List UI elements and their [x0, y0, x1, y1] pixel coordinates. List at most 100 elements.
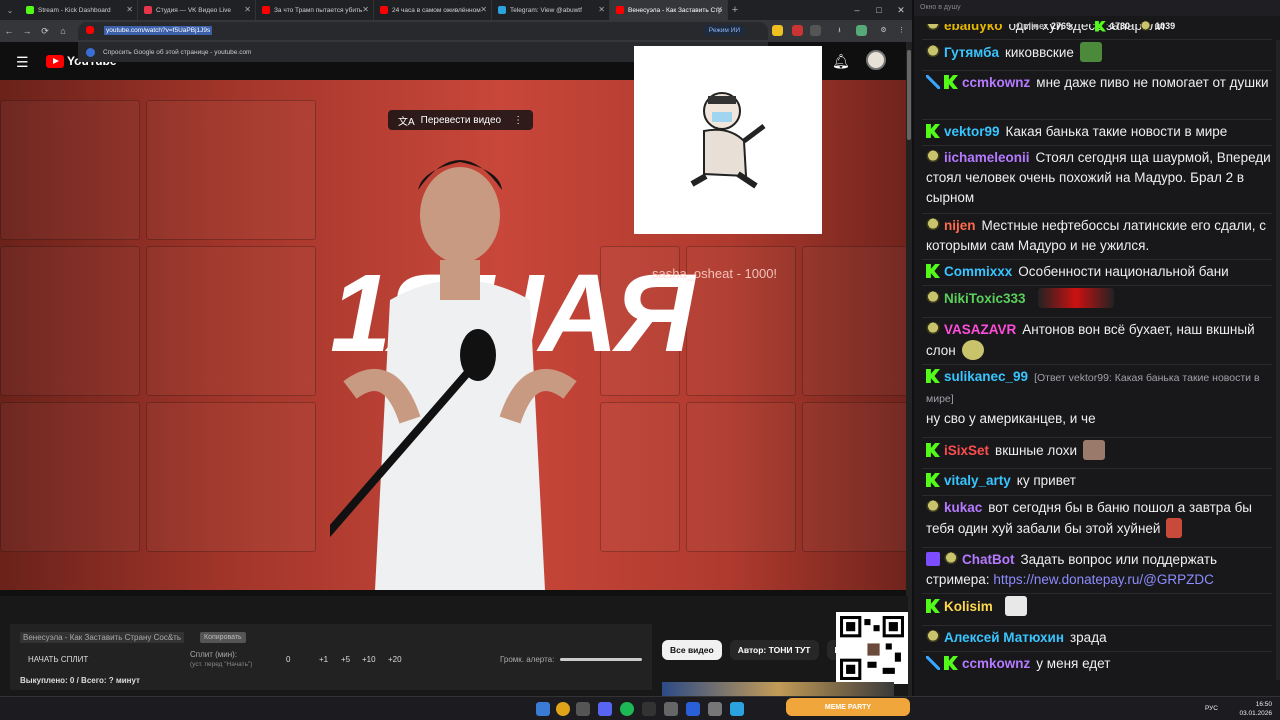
donate-link[interactable]: https://new.donatepay.ru/@GRPZDC [993, 572, 1214, 587]
start-icon[interactable] [536, 702, 550, 716]
emote-strip [1037, 288, 1114, 308]
tab-close-icon[interactable]: ✕ [716, 5, 723, 14]
chat-username[interactable]: iichameleonii [944, 150, 1030, 165]
start-split-button[interactable]: НАЧАТЬ СПЛИТ [28, 655, 88, 664]
spotify-icon[interactable] [620, 702, 634, 716]
tab-close-icon[interactable]: ✕ [480, 5, 487, 14]
message-divider [922, 285, 1272, 286]
increment-20-button[interactable]: +20 [388, 655, 402, 664]
clock[interactable]: 16:50 03.01.2026 [1239, 700, 1272, 718]
sticker-character [690, 92, 766, 189]
new-tab-button[interactable]: + [728, 4, 742, 16]
scrollbar-thumb[interactable] [907, 50, 911, 140]
chat-username[interactable]: ccmkownz [962, 75, 1030, 90]
tab-close-icon[interactable]: ✕ [598, 5, 605, 14]
tab-close-icon[interactable]: ✕ [362, 5, 369, 14]
tab-close-icon[interactable]: ✕ [126, 5, 133, 14]
notifications-bell-icon[interactable]: 🔔︎ [832, 53, 850, 70]
app-icon[interactable] [642, 702, 656, 716]
filter-chip[interactable]: Автор: ТОНИ ТУТ [729, 640, 819, 660]
language-indicator[interactable]: РУС [1205, 705, 1218, 712]
chat-username[interactable]: vitaly_arty [944, 473, 1011, 488]
settings-gear-icon[interactable]: ⚙ [878, 25, 889, 36]
tab-search-icon[interactable]: ⌄ [0, 6, 20, 15]
browser-tab[interactable]: Telegram: View @abuwtf ✕ [492, 0, 610, 20]
video-thumbnails[interactable] [662, 682, 894, 696]
app-icon[interactable] [686, 702, 700, 716]
translate-video-button[interactable]: 文A Перевести видео ⋮ [388, 110, 534, 130]
chat-username[interactable]: VASAZAVR [944, 322, 1016, 337]
chat-message: Commixxx Особенности национальной бани [926, 262, 1272, 282]
chat-username[interactable]: kukac [944, 500, 982, 515]
profile-icon[interactable] [856, 25, 867, 36]
chat-text: Местные нефтебоссы латинские его сдали, … [926, 218, 1267, 253]
increment-10-button[interactable]: +10 [362, 655, 376, 664]
url-text[interactable]: youtube.com/watch?v=f5UaPBj1J9s [104, 26, 213, 35]
chat-message: vitaly_arty ку привет [926, 471, 1272, 491]
chat-message: iichameleonii Стоял сегодня щa шаурмой, В… [926, 148, 1272, 208]
chat-scrollbar[interactable] [1276, 40, 1280, 680]
chrome-icon[interactable] [556, 702, 570, 716]
chat-username[interactable]: iSixSet [944, 443, 989, 458]
alert-volume-label: Громк. алерта: [500, 655, 555, 664]
chat-username[interactable]: nijen [944, 218, 976, 233]
minimize-button[interactable]: – [846, 5, 868, 15]
more-options-icon[interactable]: ⋮ [513, 115, 523, 126]
extension-icon[interactable] [810, 25, 821, 36]
app-icon[interactable] [708, 702, 722, 716]
telegram-icon[interactable] [730, 702, 744, 716]
chat-username[interactable]: ChatBot [962, 552, 1015, 567]
browser-tab[interactable]: Венесуэла - Как Заставить Стр ✕ [610, 0, 728, 20]
chat-username[interactable]: Kolisim [944, 599, 993, 614]
browser-tab[interactable]: Stream - Kick Dashboard ✕ [20, 0, 138, 20]
k-badge-icon [944, 75, 958, 89]
browser-tab[interactable]: За что Трамп пытается убить ✕ [256, 0, 374, 20]
face-emote [961, 340, 984, 360]
close-window-button[interactable]: ✕ [890, 5, 912, 16]
menu-dots-icon[interactable]: ⋮ [896, 25, 907, 36]
home-icon[interactable]: ⌂ [54, 26, 72, 36]
ai-mode-button[interactable]: Режим ИИ [702, 25, 746, 36]
avatar[interactable] [866, 50, 886, 70]
copy-button[interactable]: Копировать [200, 632, 246, 643]
chat-message: nijen Местные нефтебоссы латинские его сд… [926, 216, 1272, 256]
chat-text: ку привет [1016, 473, 1076, 488]
chat-username[interactable]: NikiToxic333 [944, 291, 1026, 306]
chat-username[interactable]: sulikanec_99 [944, 369, 1028, 384]
chat-message: NikiToxic333 [926, 288, 1272, 309]
meme-party-widget[interactable]: MEME PARTY [786, 698, 910, 716]
download-icon[interactable]: ⭳ [834, 25, 845, 36]
address-bar[interactable]: youtube.com/watch?v=f5UaPBj1J9s Режим ИИ [78, 22, 768, 40]
forward-icon[interactable]: → [18, 26, 36, 36]
message-divider [922, 468, 1272, 469]
alert-volume-slider[interactable] [560, 658, 642, 661]
tab-favicon-icon [616, 6, 624, 14]
tab-close-icon[interactable]: ✕ [244, 5, 251, 14]
maximize-button[interactable]: □ [868, 5, 890, 15]
emo-badge-icon [926, 500, 940, 514]
app-icon[interactable] [576, 702, 590, 716]
back-icon[interactable]: ← [0, 26, 18, 36]
chat-username[interactable]: Гутямба [944, 45, 999, 60]
chat-message: Гутямба киковвские [926, 42, 1272, 63]
chat-message: vektor99 Какая банька такие новости в мир… [926, 122, 1272, 142]
app-icon[interactable] [664, 702, 678, 716]
chat-username[interactable]: Commixxx [944, 264, 1012, 279]
increment-5-button[interactable]: +5 [341, 655, 350, 664]
tab-label: Студия — VK Видео Live [156, 6, 232, 14]
discord-icon[interactable] [598, 702, 612, 716]
increment-1-button[interactable]: +1 [319, 655, 328, 664]
extension-icon[interactable] [792, 25, 803, 36]
extension-icon[interactable] [772, 25, 783, 36]
browser-tab[interactable]: 24 часа в самом оживлённом ✕ [374, 0, 492, 20]
reload-icon[interactable]: ⟳ [36, 26, 54, 37]
chat-username[interactable]: vektor99 [944, 124, 1000, 139]
donation-qr-code [836, 612, 908, 684]
chat-username[interactable]: Алексей Матюхин [944, 630, 1064, 645]
bot-badge-icon [926, 552, 940, 566]
hamburger-menu-icon[interactable]: ☰ [16, 54, 29, 71]
browser-tab[interactable]: Студия — VK Видео Live ✕ [138, 0, 256, 20]
chat-username[interactable]: ccmkownz [962, 656, 1030, 671]
split-value[interactable]: 0 [286, 655, 290, 664]
filter-chip[interactable]: Все видео [662, 640, 722, 660]
